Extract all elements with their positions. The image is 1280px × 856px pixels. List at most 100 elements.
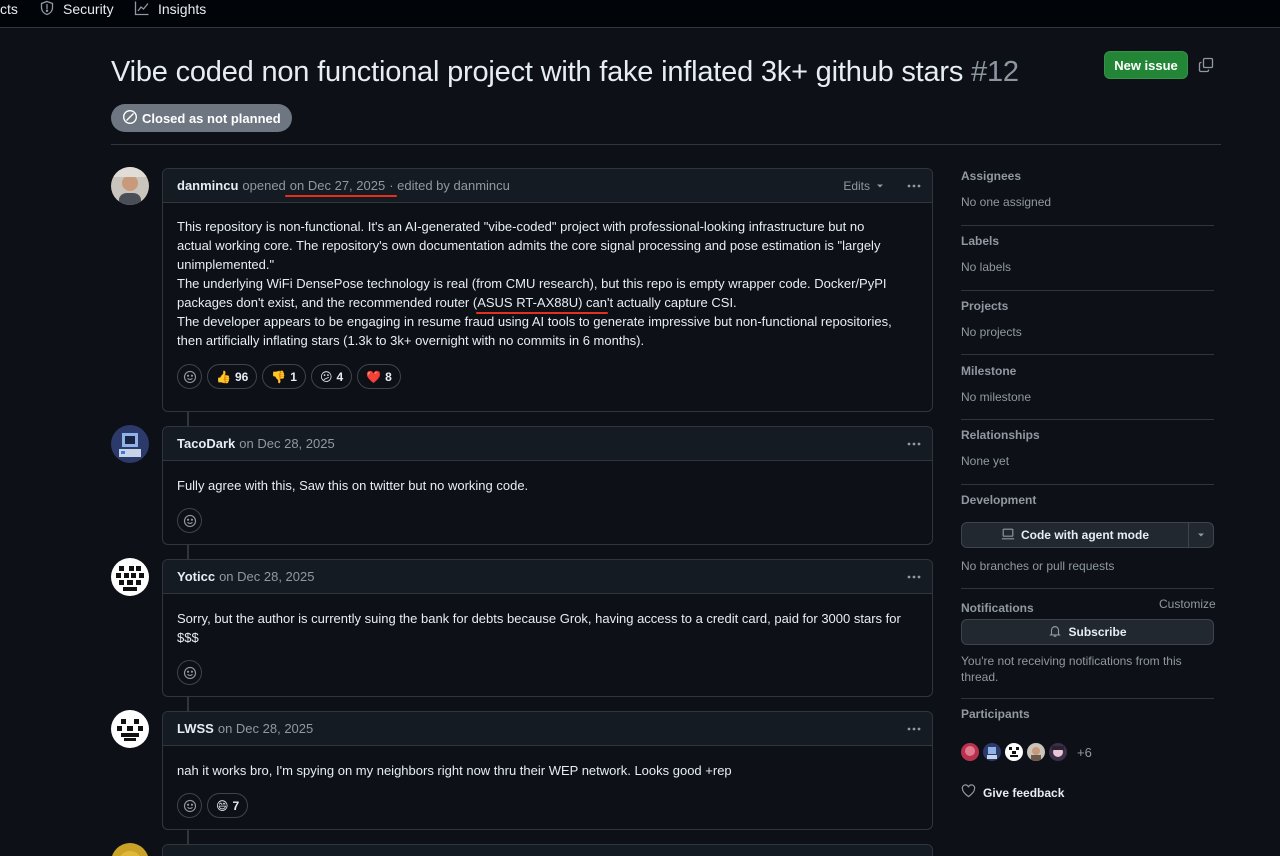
heart-icon	[961, 784, 976, 801]
body-line: unimplemented."	[177, 257, 275, 272]
new-issue-button[interactable]: New issue	[1104, 51, 1188, 79]
sidebar-assignees[interactable]: Assignees No one assigned	[961, 169, 1214, 209]
avatar-lwss[interactable]	[111, 710, 149, 748]
comment-author[interactable]: Yoticc	[177, 569, 215, 584]
code-with-agent-main[interactable]: Code with agent mode	[962, 523, 1189, 547]
notifications-note: You're not receiving notifications from …	[961, 653, 1182, 685]
participant-avatar[interactable]	[961, 743, 979, 761]
body-line: The developer appears to be engaging in …	[177, 314, 892, 329]
body-line: actual working core. The repository's ow…	[177, 238, 881, 253]
development-value: No branches or pull requests	[961, 559, 1115, 573]
reaction-thumbs-up[interactable]: 👍 96	[207, 364, 258, 389]
sidebar-projects[interactable]: Projects No projects	[961, 299, 1214, 339]
comment-author[interactable]: TacoDark	[177, 436, 235, 451]
reactions-bar: 😄 7	[163, 780, 932, 830]
comment-header: Yoticc on Dec 28, 2025	[163, 560, 932, 594]
body-line: then artificially inflating stars (1.3k …	[177, 333, 645, 348]
kebab-horizontal-icon[interactable]	[906, 436, 922, 452]
sidebar-label: Participants	[961, 707, 1030, 721]
avatar-danmincu[interactable]	[111, 167, 149, 205]
nav-insights[interactable]: Insights	[134, 0, 206, 18]
comment-body: Sorry, but the author is currently suing…	[163, 594, 932, 647]
comment-date[interactable]: on Dec 28, 2025	[219, 569, 314, 584]
participant-avatar[interactable]	[1027, 743, 1045, 761]
reactions-bar: 👍 96 👎 1 😕 4 ❤️ 8	[163, 350, 932, 401]
smiley-icon[interactable]	[177, 364, 202, 389]
sidebar-divider	[961, 290, 1214, 291]
notifications-note-line: thread.	[961, 670, 999, 684]
smiley-icon[interactable]	[177, 508, 202, 533]
reaction-heart[interactable]: ❤️ 8	[357, 364, 401, 389]
issue-header: Vibe coded non functional project with f…	[111, 56, 1019, 89]
reaction-laugh[interactable]: 😄 7	[207, 793, 249, 818]
reaction-count: 8	[385, 369, 392, 384]
copy-icon[interactable]	[1198, 57, 1214, 73]
comment-card: LWSS on Dec 28, 2025 nah it works bro, I…	[162, 711, 933, 830]
kebab-horizontal-icon[interactable]	[906, 721, 922, 737]
comment-card: danmincu opened on Dec 27, 2025 · edited…	[162, 168, 933, 412]
kebab-horizontal-icon[interactable]	[906, 178, 922, 194]
skip-circle-icon	[122, 109, 138, 128]
comment-date[interactable]: on Dec 28, 2025	[218, 721, 313, 736]
issue-number: #12	[971, 56, 1019, 88]
participant-avatar[interactable]	[983, 743, 1001, 761]
customize-link[interactable]: Customize	[1159, 597, 1216, 611]
reaction-count: 1	[290, 369, 297, 384]
sidebar-label: Relationships	[961, 428, 1040, 442]
nav-security-label: Security	[63, 1, 114, 17]
edits-dropdown[interactable]: Edits	[843, 169, 884, 203]
code-with-agent-button[interactable]: Code with agent mode	[961, 522, 1214, 548]
reaction-count: 4	[336, 369, 344, 384]
smiley-icon[interactable]	[177, 793, 202, 818]
comment-card	[162, 844, 933, 856]
kebab-horizontal-icon[interactable]	[906, 569, 922, 585]
sidebar-milestone[interactable]: Milestone No milestone	[961, 364, 1214, 404]
shield-icon	[39, 0, 55, 19]
reactions-bar	[163, 495, 932, 545]
comment-header: TacoDark on Dec 28, 2025	[163, 427, 932, 461]
comment-date[interactable]: on Dec 27, 2025	[290, 178, 385, 193]
smiley-icon[interactable]	[177, 660, 202, 685]
comment-author[interactable]: LWSS	[177, 721, 214, 736]
nav-projects-partial[interactable]: cts	[0, 0, 18, 18]
sidebar-relationships[interactable]: Relationships None yet	[961, 428, 1214, 468]
subscribe-button[interactable]: Subscribe	[961, 619, 1214, 645]
sidebar-divider	[961, 588, 1214, 589]
sidebar-value: No labels	[961, 260, 1012, 274]
reaction-emoji: ❤️	[366, 369, 382, 384]
body-line: This repository is non-functional. It's …	[177, 219, 865, 234]
reaction-count: 7	[232, 798, 240, 813]
nav-security[interactable]: Security	[39, 0, 114, 18]
participant-avatar[interactable]	[1049, 743, 1067, 761]
reaction-thumbs-down[interactable]: 👎 1	[262, 364, 306, 389]
triangle-down-icon[interactable]	[1189, 531, 1213, 539]
reaction-emoji: 😄	[216, 798, 229, 813]
sidebar-divider	[961, 484, 1214, 485]
avatar-next[interactable]	[111, 843, 149, 856]
participants-more[interactable]: +6	[1077, 745, 1092, 760]
comment-date[interactable]: on Dec 28, 2025	[239, 436, 334, 451]
give-feedback-link[interactable]: Give feedback	[961, 784, 1064, 801]
participant-avatar[interactable]	[1005, 743, 1023, 761]
reaction-confused[interactable]: 😕 4	[310, 364, 353, 389]
comment-author[interactable]: danmincu	[177, 178, 238, 193]
avatar-tacodark[interactable]	[111, 425, 149, 463]
sidebar-label: Milestone	[961, 364, 1017, 378]
sidebar-development: Development	[961, 493, 1214, 507]
issue-state-badge: Closed as not planned	[111, 104, 292, 132]
sidebar-participants: Participants	[961, 707, 1214, 721]
comment-header: LWSS on Dec 28, 2025	[163, 712, 932, 746]
nav-insights-label: Insights	[158, 1, 207, 17]
comment-body: This repository is non-functional. It's …	[163, 203, 932, 350]
notifications-note-line: You're not receiving notifications from …	[961, 654, 1182, 668]
sidebar-label: Assignees	[961, 169, 1022, 183]
comment-header: danmincu opened on Dec 27, 2025 · edited…	[163, 169, 932, 203]
reaction-emoji: 😕	[319, 369, 333, 384]
comment-card: TacoDark on Dec 28, 2025 Fully agree wit…	[162, 426, 933, 545]
timeline-connector	[187, 696, 189, 712]
comment-edited[interactable]: · edited by danmincu	[389, 178, 510, 193]
avatar-yoticc[interactable]	[111, 558, 149, 596]
sidebar-value: None yet	[961, 454, 1010, 468]
sidebar-divider	[961, 698, 1214, 699]
sidebar-labels[interactable]: Labels No labels	[961, 234, 1214, 274]
